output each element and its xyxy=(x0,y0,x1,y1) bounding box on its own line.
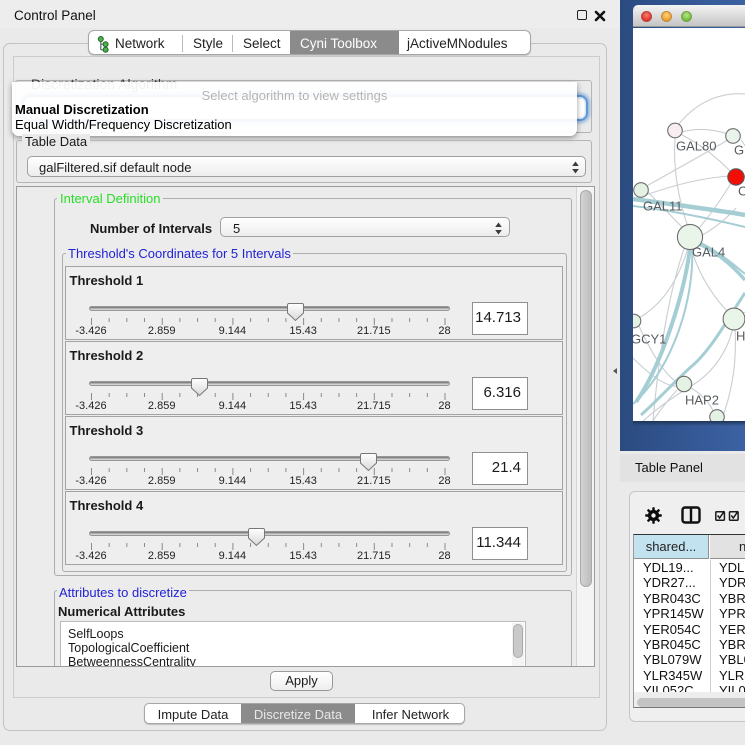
svg-text:HAP2: HAP2 xyxy=(685,393,719,408)
svg-text:G.: G. xyxy=(734,143,745,158)
svg-text:GAL11: GAL11 xyxy=(643,199,683,214)
svg-text:GAL4: GAL4 xyxy=(692,245,725,260)
svg-text:GCY1: GCY1 xyxy=(633,332,666,347)
svg-text:C: C xyxy=(738,184,745,199)
svg-text:GAL80: GAL80 xyxy=(676,139,716,154)
svg-text:H: H xyxy=(736,329,745,344)
